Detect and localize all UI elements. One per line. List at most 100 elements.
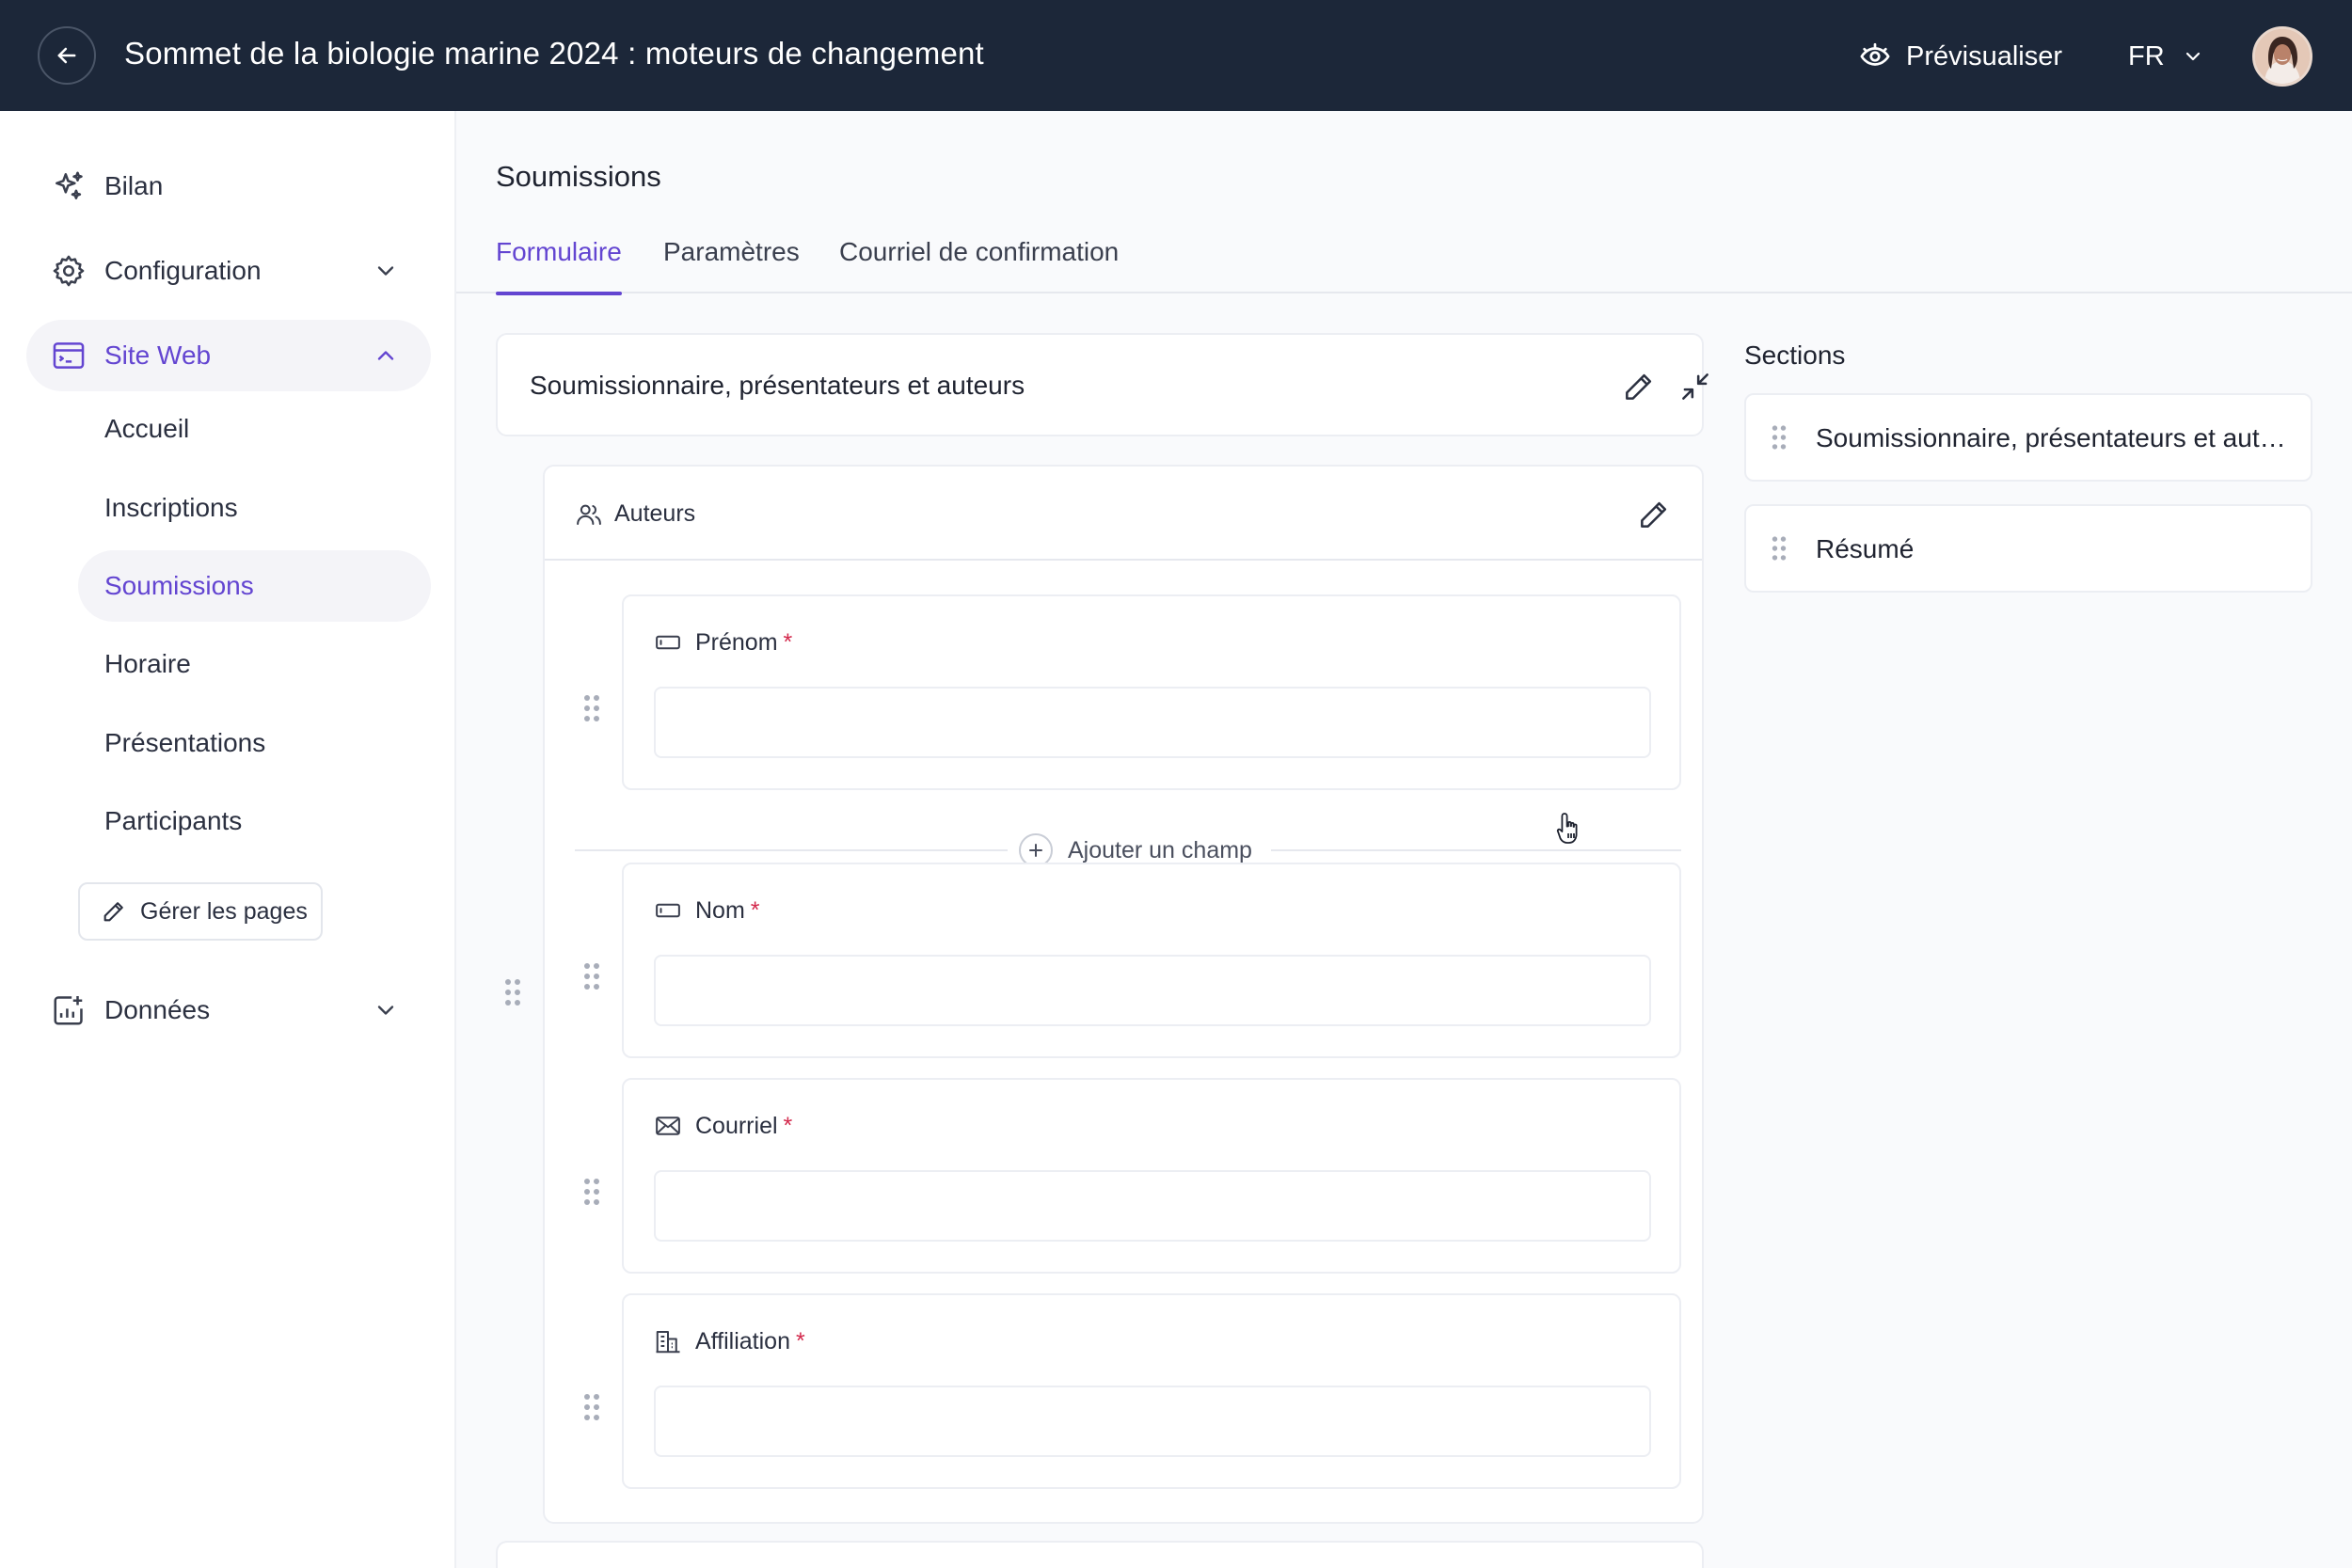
sidebar-item-label: Données [104,995,211,1024]
required-marker: * [750,896,760,924]
data-chart-icon [54,995,83,1025]
sidebar-page-label: Accueil [104,414,190,443]
sidebar-item-configuration[interactable]: Configuration [26,235,431,307]
main-content: Soumissions Formulaire Paramètres Courri… [456,111,2352,1568]
sidebar-page-label: Inscriptions [104,493,238,522]
user-portrait-icon [2255,29,2310,84]
required-marker: * [796,1327,805,1354]
collapse-section-button[interactable] [1677,369,1713,404]
language-selector[interactable]: FR [2128,34,2204,79]
field-label: Nom * [654,896,760,925]
field-drag-handle[interactable] [582,1393,601,1421]
sections-panel-item[interactable]: Soumissionnaire, présentateurs et auteur… [1744,393,2312,482]
sidebar-page-accueil[interactable]: Accueil [78,393,431,465]
field-label-text: Prénom [695,628,778,656]
form-section-card: Soumissionnaire, présentateurs et auteur… [496,333,1708,436]
add-field-label: Ajouter un champ [1068,836,1252,863]
sidebar-page-presentations[interactable]: Présentations [78,707,431,779]
field-card-courriel[interactable]: Courriel * [622,1078,1681,1274]
text-field-icon [656,635,680,650]
manage-pages-button[interactable]: Gérer les pages [78,882,323,941]
nom-input[interactable] [654,955,1651,1026]
group-drag-handle[interactable] [503,978,522,1006]
field-drag-handle[interactable] [582,1178,601,1206]
field-label-text: Affiliation [695,1327,790,1354]
sidebar-item-bilan[interactable]: Bilan [26,150,431,222]
sidebar: Bilan Configuration Site Web Accueil Ins… [0,111,456,1568]
affiliation-input[interactable] [654,1386,1651,1457]
collapse-arrows-icon [1682,373,1708,400]
sidebar-item-label: Site Web [104,341,212,370]
required-marker: * [783,628,793,656]
tab-courriel-confirmation[interactable]: Courriel de confirmation [839,237,1119,293]
edit-section-button[interactable] [1621,369,1657,404]
drag-handle-icon [1772,536,1787,561]
sections-panel-item-label: Résumé [1816,534,1915,563]
hand-pointer-cursor-icon [1556,811,1584,845]
top-bar: Sommet de la biologie marine 2024 : mote… [0,0,2352,111]
sidebar-page-label: Participants [104,806,243,835]
pencil-icon [103,902,123,922]
group-title: Auteurs [614,500,696,527]
tab-formulaire[interactable]: Formulaire [496,237,622,295]
section-drag-handle[interactable] [1771,534,1788,562]
group-header: Auteurs [545,467,1702,561]
sidebar-item-donnees[interactable]: Données [26,974,431,1046]
drag-handle-icon [584,1179,599,1205]
sidebar-page-label: Horaire [104,649,191,678]
sidebar-page-horaire[interactable]: Horaire [78,628,431,700]
field-label-text: Courriel [695,1112,778,1139]
gear-icon [53,255,85,287]
sidebar-page-label: Soumissions [104,571,254,600]
drag-handle-icon [505,979,520,1006]
drag-handle-icon [1772,425,1787,450]
section-title: Soumissionnaire, présentateurs et auteur… [530,371,1025,400]
chevron-down-icon [377,266,394,276]
divider-line [575,849,1008,851]
tab-parametres[interactable]: Paramètres [663,237,800,293]
divider-line [1271,849,1681,851]
prenom-input[interactable] [654,687,1651,758]
field-drag-handle[interactable] [582,694,601,722]
edit-group-button[interactable] [1636,497,1672,532]
user-avatar[interactable] [2252,26,2312,87]
sidebar-item-site-web[interactable]: Site Web [26,320,431,391]
drag-handle-icon [584,963,599,990]
browser-window-icon [53,342,85,369]
building-icon [656,1331,680,1354]
preview-label: Prévisualiser [1906,40,2062,71]
sections-panel-item[interactable]: Résumé [1744,504,2312,593]
manage-pages-label: Gérer les pages [140,897,308,925]
back-button[interactable] [38,26,96,85]
envelope-icon [656,1117,680,1135]
field-card-affiliation[interactable]: Affiliation * [622,1293,1681,1489]
section-drag-handle[interactable] [1771,423,1788,451]
page-title: Soumissions [496,160,661,193]
sidebar-item-label: Bilan [104,171,164,200]
drag-handle-icon [584,1394,599,1420]
sidebar-page-inscriptions[interactable]: Inscriptions [78,472,431,544]
next-section-card [496,1541,1704,1568]
arrow-left-icon [57,47,76,64]
field-card-nom[interactable]: Nom * [622,863,1681,1058]
users-icon [577,504,601,525]
field-label: Courriel * [654,1112,792,1140]
event-title: Sommet de la biologie marine 2024 : mote… [124,36,984,71]
eye-icon [1860,42,1890,66]
pencil-icon [1641,501,1667,528]
courriel-input[interactable] [654,1170,1651,1242]
field-label-text: Nom [695,896,745,924]
chevron-up-icon [377,351,394,360]
required-marker: * [783,1112,793,1139]
field-card-prenom[interactable]: Prénom * [622,594,1681,790]
field-drag-handle[interactable] [582,962,601,990]
text-field-icon [656,903,680,918]
sections-panel-title: Sections [1744,341,1846,370]
sparkles-icon [56,171,83,199]
sidebar-page-soumissions[interactable]: Soumissions [78,550,431,622]
field-label: Affiliation * [654,1327,805,1355]
sections-panel-item-label: Soumissionnaire, présentateurs et auteur… [1816,423,2286,452]
sidebar-page-participants[interactable]: Participants [78,785,431,857]
sidebar-item-label: Configuration [104,256,262,285]
preview-button[interactable]: Prévisualiser [1859,34,2062,79]
